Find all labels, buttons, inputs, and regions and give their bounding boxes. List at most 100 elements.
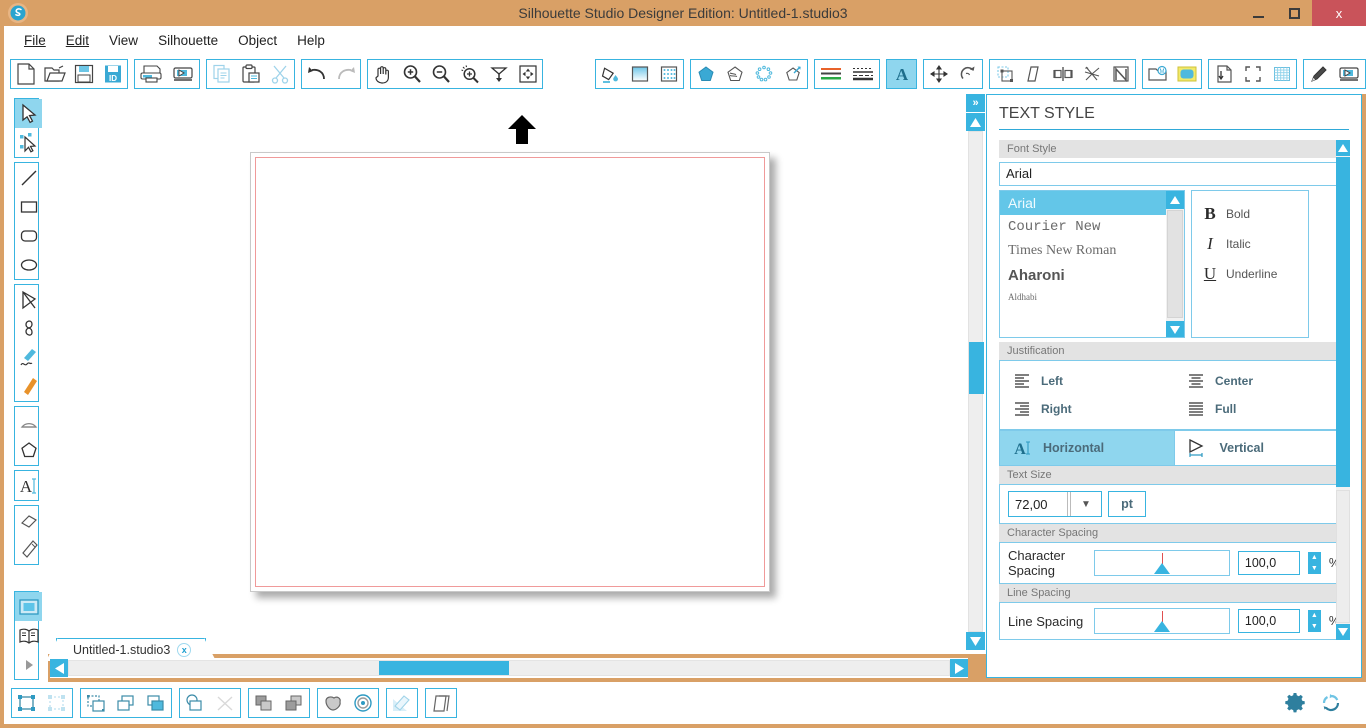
- scroll-right-arrow-icon[interactable]: [950, 659, 968, 677]
- character-spacing-slider[interactable]: [1094, 550, 1230, 576]
- character-spacing-value[interactable]: 100,0: [1237, 551, 1300, 575]
- text-tool-icon[interactable]: A: [15, 471, 42, 500]
- orientation-vertical-button[interactable]: Vertical: [1173, 431, 1349, 465]
- new-document-icon[interactable]: [11, 60, 40, 88]
- fill-gradient-icon[interactable]: [625, 60, 654, 88]
- weld-icon[interactable]: [180, 689, 210, 717]
- shape-sketch-icon[interactable]: [778, 60, 807, 88]
- undo-arrow-icon[interactable]: [302, 60, 331, 88]
- print-icon[interactable]: [135, 60, 167, 88]
- font-list-scrollbar[interactable]: [1166, 191, 1184, 337]
- bold-toggle[interactable]: B Bold: [1202, 199, 1308, 229]
- regular-polygon-tool-icon[interactable]: [15, 436, 42, 465]
- line-spacing-slider-thumb[interactable]: [1153, 621, 1170, 632]
- lower-icon[interactable]: [279, 689, 309, 717]
- close-button[interactable]: x: [1312, 0, 1366, 26]
- character-spacing-slider-thumb[interactable]: [1153, 563, 1170, 574]
- scroll-down-arrow-icon[interactable]: [1166, 321, 1184, 337]
- panel-scrollbar[interactable]: [1336, 140, 1350, 640]
- send-to-back-icon[interactable]: [141, 689, 171, 717]
- cut-settings-pen-icon[interactable]: [1304, 60, 1333, 88]
- make-compound-path-icon[interactable]: [81, 689, 111, 717]
- shape-solid-icon[interactable]: [691, 60, 720, 88]
- text-size-field[interactable]: 72,00 ▼: [1008, 491, 1102, 517]
- pan-hand-icon[interactable]: [368, 60, 397, 88]
- internal-offset-icon[interactable]: [348, 689, 378, 717]
- font-list-item-aldhabi[interactable]: Aldhabi: [1000, 288, 1184, 306]
- chevron-down-icon[interactable]: ▼: [1071, 499, 1101, 510]
- arc-tool-icon[interactable]: [15, 407, 42, 436]
- vertical-scroll-thumb[interactable]: [969, 342, 984, 394]
- expand-panel-chevrons-icon[interactable]: »: [966, 94, 985, 112]
- scroll-down-arrow-icon[interactable]: [966, 632, 985, 650]
- panel-scroll-track[interactable]: [1336, 490, 1350, 623]
- menu-item-edit[interactable]: Edit: [56, 31, 99, 50]
- cut-scissors-icon[interactable]: [265, 60, 294, 88]
- justify-full-button[interactable]: Full: [1174, 395, 1348, 423]
- nesting-icon[interactable]: [1106, 60, 1135, 88]
- group-icon[interactable]: [12, 689, 42, 717]
- ungroup-icon[interactable]: [42, 689, 72, 717]
- align-icon[interactable]: [1048, 60, 1077, 88]
- font-list-item-times-new-roman[interactable]: Times New Roman: [1000, 239, 1184, 263]
- shear-icon[interactable]: [1019, 60, 1048, 88]
- select-arrow-icon[interactable]: [15, 99, 42, 128]
- send-to-cutter-icon[interactable]: [1333, 60, 1365, 88]
- trace-icon[interactable]: [387, 689, 417, 717]
- scale-icon[interactable]: [990, 60, 1019, 88]
- document-tab[interactable]: Untitled-1.studio3 x: [45, 638, 217, 661]
- line-spacing-stepper[interactable]: ▲ ▼: [1307, 610, 1321, 632]
- zoom-out-icon[interactable]: [426, 60, 455, 88]
- vertical-scroll-track[interactable]: [968, 131, 984, 632]
- edit-points-icon[interactable]: [15, 128, 42, 157]
- horizontal-scroll-thumb[interactable]: [379, 661, 509, 675]
- offset-icon[interactable]: [318, 689, 348, 717]
- line-color-icon[interactable]: [815, 60, 847, 88]
- font-list[interactable]: Arial Courier New Times New Roman Aharon…: [999, 190, 1185, 338]
- font-name-input[interactable]: Arial: [999, 162, 1349, 186]
- stepper-down-icon[interactable]: ▼: [1307, 621, 1321, 632]
- rounded-rectangle-tool-icon[interactable]: [15, 221, 42, 250]
- font-list-item-aharoni[interactable]: Aharoni: [1000, 263, 1184, 288]
- polygon-tool-icon[interactable]: [15, 285, 42, 314]
- orientation-horizontal-button[interactable]: A Horizontal: [1000, 431, 1174, 465]
- canvas-vertical-scrollbar[interactable]: »: [964, 94, 986, 654]
- bring-to-front-icon[interactable]: [111, 689, 141, 717]
- ellipse-tool-icon[interactable]: [15, 250, 42, 279]
- freehand-tool-icon[interactable]: [15, 343, 42, 372]
- menu-item-view[interactable]: View: [99, 31, 148, 50]
- line-spacing-slider[interactable]: [1094, 608, 1230, 634]
- rectangle-tool-icon[interactable]: [15, 192, 42, 221]
- design-page-icon[interactable]: [15, 592, 42, 621]
- underline-toggle[interactable]: U Underline: [1202, 259, 1308, 289]
- gear-icon[interactable]: [1284, 692, 1306, 714]
- scroll-up-arrow-icon[interactable]: [1336, 140, 1350, 156]
- design-canvas[interactable]: [48, 94, 968, 654]
- curve-tool-icon[interactable]: [15, 314, 42, 343]
- line-style-icon[interactable]: [847, 60, 879, 88]
- minimize-button[interactable]: [1240, 0, 1276, 26]
- scroll-up-arrow-icon[interactable]: [1166, 191, 1184, 209]
- scroll-down-arrow-icon[interactable]: [1336, 624, 1350, 640]
- knife-tool-icon[interactable]: [15, 535, 42, 564]
- menu-item-object[interactable]: Object: [228, 31, 287, 50]
- save-disk-icon[interactable]: [69, 60, 98, 88]
- horizontal-scroll-track[interactable]: [68, 660, 950, 676]
- justify-center-button[interactable]: Center: [1174, 367, 1348, 395]
- send-panel-icon[interactable]: [15, 650, 42, 679]
- copy-icon[interactable]: [207, 60, 236, 88]
- text-size-input[interactable]: 72,00: [1009, 497, 1067, 512]
- store-icon[interactable]: [1172, 60, 1201, 88]
- line-tool-icon[interactable]: [15, 163, 42, 192]
- paste-icon[interactable]: [236, 60, 265, 88]
- replicate-icon[interactable]: [1077, 60, 1106, 88]
- raise-icon[interactable]: [249, 689, 279, 717]
- scroll-up-arrow-icon[interactable]: [966, 113, 985, 131]
- shape-shadow-icon[interactable]: [720, 60, 749, 88]
- canvas-horizontal-scrollbar[interactable]: [50, 658, 968, 678]
- smooth-freehand-tool-icon[interactable]: [15, 372, 42, 401]
- menu-item-silhouette[interactable]: Silhouette: [148, 31, 228, 50]
- send-to-silhouette-icon[interactable]: [167, 60, 199, 88]
- italic-toggle[interactable]: I Italic: [1202, 229, 1308, 259]
- sync-refresh-icon[interactable]: [1320, 692, 1342, 714]
